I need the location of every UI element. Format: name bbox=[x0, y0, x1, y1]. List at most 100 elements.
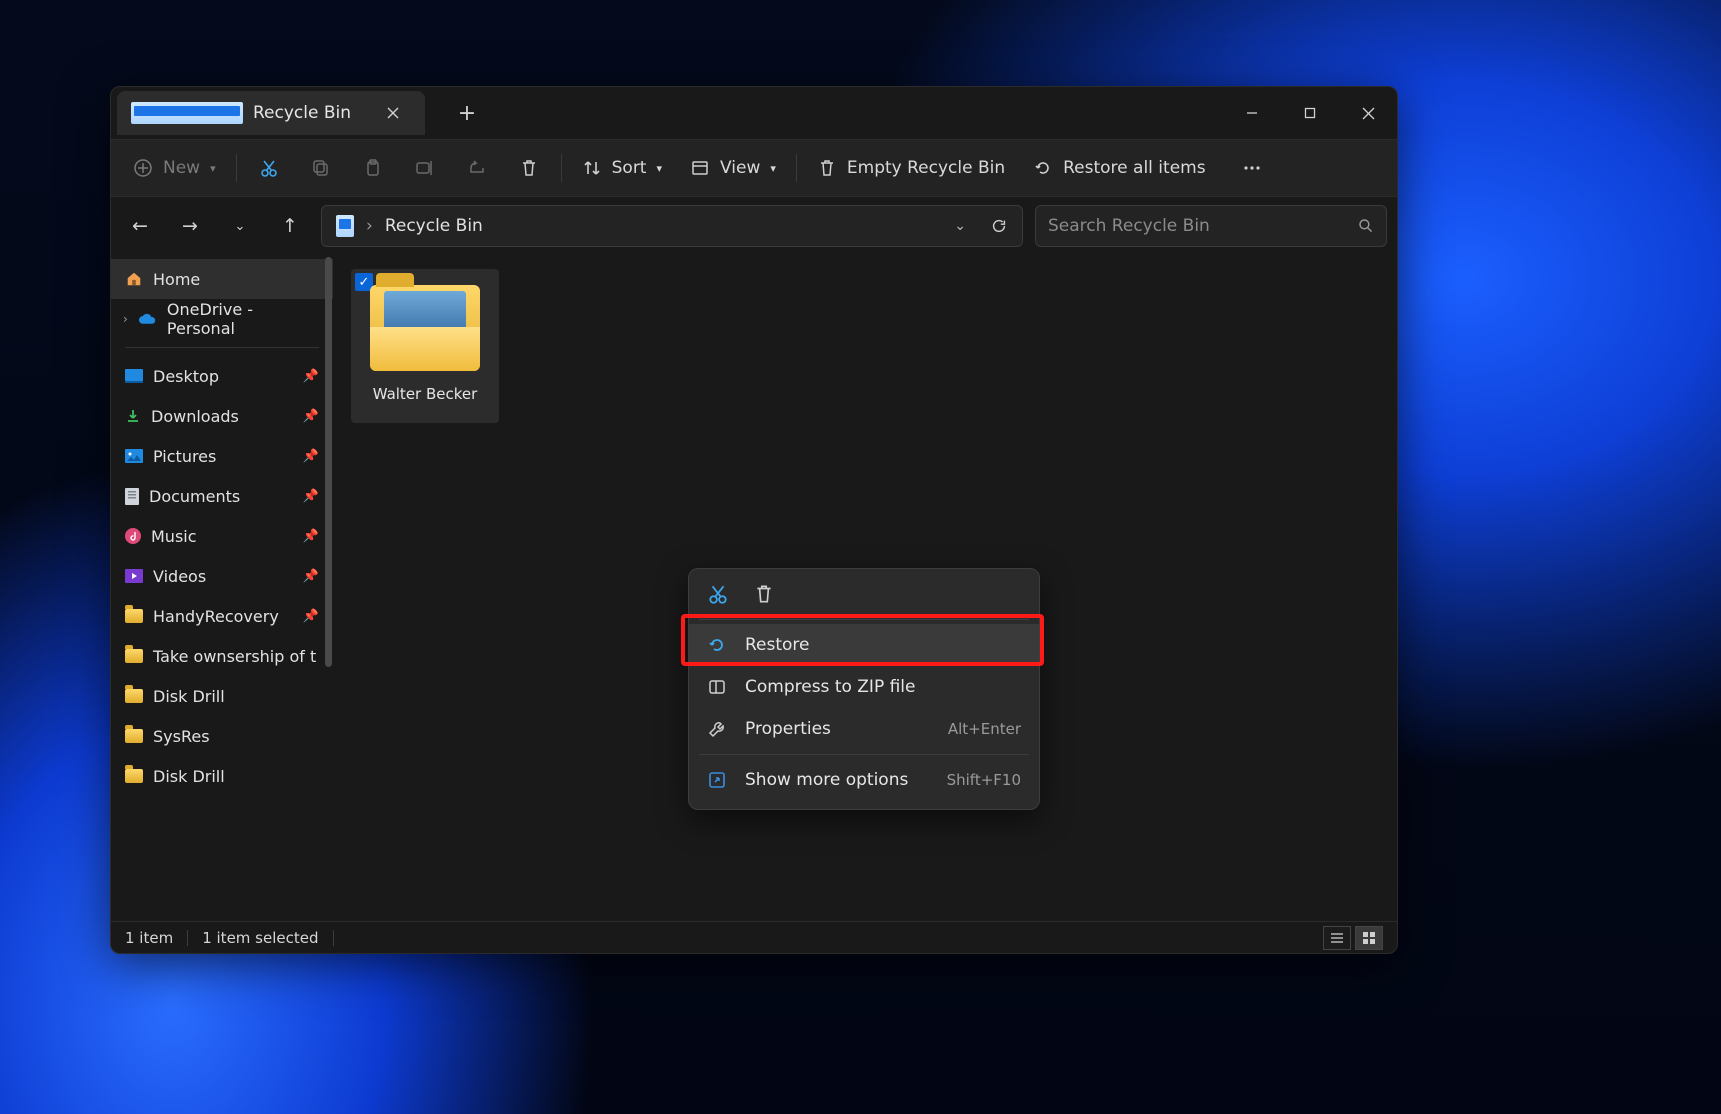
up-button[interactable]: ↑ bbox=[271, 207, 309, 245]
delete-button[interactable] bbox=[753, 583, 775, 605]
search-input[interactable]: Search Recycle Bin bbox=[1035, 205, 1387, 247]
restore-icon bbox=[707, 635, 727, 655]
details-view-button[interactable] bbox=[1323, 926, 1351, 950]
music-icon bbox=[125, 528, 141, 544]
address-bar: ← → ⌄ ↑ › Recycle Bin ⌄ Search Recycle B… bbox=[111, 197, 1397, 255]
titlebar: Recycle Bin + bbox=[111, 87, 1397, 139]
search-icon bbox=[1358, 218, 1374, 234]
new-tab-button[interactable]: + bbox=[449, 95, 485, 131]
shortcut-label: Shift+F10 bbox=[947, 771, 1021, 789]
pin-icon: 📌 bbox=[303, 369, 319, 384]
sidebar-item-desktop[interactable]: Desktop📌 bbox=[111, 356, 333, 396]
cut-button[interactable] bbox=[707, 583, 729, 605]
sidebar-item-home[interactable]: Home bbox=[111, 259, 333, 299]
pin-icon: 📌 bbox=[303, 449, 319, 464]
context-restore[interactable]: Restore bbox=[689, 624, 1039, 666]
folder-icon bbox=[125, 769, 143, 783]
chevron-right-icon: › bbox=[366, 216, 373, 236]
view-button[interactable]: View ▾ bbox=[678, 148, 788, 188]
file-explorer-window: Recycle Bin + New ▾ Sort ▾ bbox=[110, 86, 1398, 954]
context-properties[interactable]: Properties Alt+Enter bbox=[689, 708, 1039, 750]
videos-icon bbox=[125, 569, 143, 583]
minimize-button[interactable] bbox=[1223, 93, 1281, 133]
sidebar-item-onedrive[interactable]: › OneDrive - Personal bbox=[111, 299, 333, 339]
sidebar-item-music[interactable]: Music📌 bbox=[111, 516, 333, 556]
folder-icon bbox=[370, 285, 480, 371]
forward-button[interactable]: → bbox=[171, 207, 209, 245]
cloud-icon bbox=[138, 312, 157, 326]
tab-recycle-bin[interactable]: Recycle Bin bbox=[117, 91, 425, 135]
back-button[interactable]: ← bbox=[121, 207, 159, 245]
breadcrumb-path: Recycle Bin bbox=[385, 216, 483, 236]
body: Home › OneDrive - Personal Desktop📌 Down… bbox=[111, 255, 1397, 921]
delete-button[interactable] bbox=[505, 148, 553, 188]
more-button[interactable] bbox=[1228, 148, 1276, 188]
sidebar-scrollbar[interactable] bbox=[325, 257, 332, 667]
chevron-down-icon: ▾ bbox=[770, 162, 776, 175]
breadcrumb[interactable]: › Recycle Bin ⌄ bbox=[321, 205, 1023, 247]
context-compress[interactable]: Compress to ZIP file bbox=[689, 666, 1039, 708]
window-controls bbox=[1223, 93, 1397, 133]
zip-icon bbox=[707, 677, 727, 697]
recycle-bin-icon bbox=[131, 102, 243, 124]
sidebar-item-take-ownership[interactable]: Take ownsership of t bbox=[111, 636, 333, 676]
tab-title: Recycle Bin bbox=[253, 103, 365, 123]
sidebar-item-pictures[interactable]: Pictures📌 bbox=[111, 436, 333, 476]
status-count: 1 item bbox=[125, 929, 173, 947]
rename-button[interactable] bbox=[401, 148, 449, 188]
maximize-button[interactable] bbox=[1281, 93, 1339, 133]
sidebar-item-disk-drill-2[interactable]: Disk Drill bbox=[111, 756, 333, 796]
refresh-button[interactable] bbox=[990, 217, 1008, 235]
shortcut-label: Alt+Enter bbox=[948, 720, 1021, 738]
restore-all-button[interactable]: Restore all items bbox=[1021, 148, 1217, 188]
documents-icon bbox=[125, 488, 139, 505]
recycle-bin-icon bbox=[336, 215, 354, 237]
chevron-down-icon: ▾ bbox=[656, 162, 662, 175]
sidebar-item-documents[interactable]: Documents📌 bbox=[111, 476, 333, 516]
statusbar: 1 item 1 item selected bbox=[111, 921, 1397, 953]
copy-button[interactable] bbox=[297, 148, 345, 188]
sidebar-item-sysres[interactable]: SysRes bbox=[111, 716, 333, 756]
pin-icon: 📌 bbox=[303, 409, 319, 424]
folder-icon bbox=[125, 609, 143, 623]
folder-icon bbox=[125, 729, 143, 743]
status-selected: 1 item selected bbox=[202, 929, 318, 947]
item-label: Walter Becker bbox=[373, 385, 478, 403]
close-tab-button[interactable] bbox=[375, 95, 411, 131]
pictures-icon bbox=[125, 449, 143, 463]
toolbar: New ▾ Sort ▾ View ▾ Empty Recycle Bin Re… bbox=[111, 139, 1397, 197]
sidebar-item-videos[interactable]: Videos📌 bbox=[111, 556, 333, 596]
pin-icon: 📌 bbox=[303, 529, 319, 544]
list-item[interactable]: ✓ Walter Becker bbox=[351, 269, 499, 423]
download-icon bbox=[125, 408, 141, 424]
new-button[interactable]: New ▾ bbox=[121, 148, 228, 188]
desktop-icon bbox=[125, 369, 143, 383]
search-placeholder: Search Recycle Bin bbox=[1048, 216, 1358, 236]
context-show-more[interactable]: Show more options Shift+F10 bbox=[689, 759, 1039, 801]
chevron-down-icon[interactable]: ⌄ bbox=[954, 218, 966, 234]
folder-icon bbox=[125, 649, 143, 663]
pin-icon: 📌 bbox=[303, 489, 319, 504]
expand-icon bbox=[707, 770, 727, 790]
sidebar: Home › OneDrive - Personal Desktop📌 Down… bbox=[111, 255, 333, 921]
context-menu: Restore Compress to ZIP file Properties … bbox=[688, 568, 1040, 810]
sidebar-item-downloads[interactable]: Downloads📌 bbox=[111, 396, 333, 436]
paste-button[interactable] bbox=[349, 148, 397, 188]
pin-icon: 📌 bbox=[303, 609, 319, 624]
recent-locations-button[interactable]: ⌄ bbox=[221, 207, 259, 245]
pin-icon: 📌 bbox=[303, 569, 319, 584]
close-window-button[interactable] bbox=[1339, 93, 1397, 133]
folder-icon bbox=[125, 689, 143, 703]
sidebar-item-disk-drill-1[interactable]: Disk Drill bbox=[111, 676, 333, 716]
share-button[interactable] bbox=[453, 148, 501, 188]
chevron-right-icon: › bbox=[123, 312, 128, 326]
home-icon bbox=[125, 270, 143, 288]
sidebar-item-handyrecovery[interactable]: HandyRecovery📌 bbox=[111, 596, 333, 636]
wrench-icon bbox=[707, 719, 727, 739]
content-area[interactable]: ✓ Walter Becker Restore bbox=[333, 255, 1397, 921]
sort-button[interactable]: Sort ▾ bbox=[570, 148, 674, 188]
icons-view-button[interactable] bbox=[1355, 926, 1383, 950]
empty-recycle-bin-button[interactable]: Empty Recycle Bin bbox=[805, 148, 1017, 188]
chevron-down-icon: ▾ bbox=[210, 162, 216, 175]
cut-button[interactable] bbox=[245, 148, 293, 188]
